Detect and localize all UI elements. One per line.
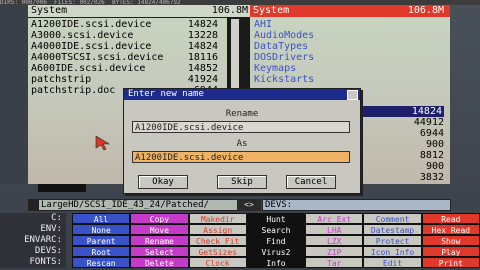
left-file-size: 18116 — [187, 52, 218, 63]
device-button[interactable]: ENV: — [0, 224, 66, 235]
command-button[interactable]: Virus2 — [246, 246, 306, 257]
command-button[interactable]: Hunt — [246, 213, 306, 224]
command-button[interactable]: Tar — [305, 257, 364, 268]
command-button[interactable]: Hex Read — [421, 224, 480, 235]
right-panel-title: System — [253, 5, 290, 16]
command-button[interactable]: Find — [246, 235, 306, 246]
command-button[interactable]: Edit — [363, 257, 422, 268]
right-dir-entry[interactable]: DataTypes — [254, 41, 308, 52]
skip-button[interactable]: Skip — [217, 175, 267, 189]
command-button[interactable]: ZIP — [305, 246, 364, 257]
left-file-name[interactable]: patchstrip — [31, 74, 91, 85]
rename-label: Rename — [225, 109, 259, 119]
right-file-size[interactable]: 3832 — [420, 172, 444, 183]
command-button[interactable]: Show — [421, 235, 480, 246]
command-button[interactable]: Info — [246, 257, 306, 268]
command-button[interactable]: Select — [130, 246, 189, 257]
left-panel-header[interactable]: System 106.8M — [28, 5, 254, 18]
cancel-button[interactable]: Cancel — [286, 175, 336, 189]
device-button[interactable]: FONTS: — [0, 257, 66, 268]
as-label: As — [236, 139, 248, 149]
command-button[interactable]: Icon Info — [363, 246, 422, 257]
left-horizontal-scrollbar[interactable] — [38, 184, 86, 192]
right-path-field[interactable]: DEVS: — [262, 199, 451, 211]
command-button[interactable]: Datestamp — [363, 224, 422, 235]
right-dir-entry[interactable]: AudioModes — [254, 30, 314, 41]
button-bank[interactable]: All Copy Makedir Hunt Arc Ext Comment Read None… — [72, 213, 480, 270]
command-button[interactable]: Delete — [130, 257, 189, 268]
left-gutter — [0, 5, 28, 184]
command-button[interactable]: Move — [130, 224, 189, 235]
left-file-name[interactable]: A4000IDE.scsi.device — [31, 41, 151, 52]
right-dir-entry[interactable]: AHI — [254, 19, 272, 30]
command-button[interactable]: Print — [421, 257, 480, 268]
command-button[interactable]: GetSizes — [188, 246, 247, 257]
command-button[interactable]: Rename — [130, 235, 189, 246]
left-panel-free-space: 106.8M — [211, 5, 248, 16]
command-button[interactable]: Check Fit — [188, 235, 247, 246]
right-panel-header[interactable]: System 106.8M — [250, 5, 450, 17]
left-file-name[interactable]: A4000TSCSI.scsi.device — [31, 52, 163, 63]
right-file-size-selected[interactable]: 14824 — [352, 106, 444, 117]
device-list[interactable]: C: ENV: ENVARC: DEVS: FONTS: — [0, 213, 70, 270]
right-dir-entry[interactable]: Keymaps — [254, 63, 296, 74]
device-button[interactable]: C: — [0, 213, 66, 224]
left-file-size: 14824 — [187, 41, 218, 52]
right-file-size[interactable]: 900 — [426, 161, 444, 172]
command-button[interactable]: Root — [72, 246, 131, 257]
left-file-size: 13228 — [187, 30, 218, 41]
command-button[interactable]: Protect — [363, 235, 422, 246]
left-file-name[interactable]: A1200IDE.scsi.device — [31, 19, 151, 30]
command-button[interactable]: LHA — [305, 224, 364, 235]
right-file-size[interactable]: 6944 — [420, 128, 444, 139]
right-dir-entry[interactable]: Kickstarts — [254, 74, 314, 85]
command-button[interactable]: Assign — [188, 224, 247, 235]
command-button[interactable]: Arc Ext — [305, 213, 364, 224]
left-panel-title: System — [31, 5, 68, 16]
left-file-size: 14852 — [187, 63, 218, 74]
command-button[interactable]: All — [72, 213, 131, 224]
right-panel-free-space: 106.8M — [407, 5, 444, 16]
dialog-depth-gadget-icon[interactable] — [347, 90, 358, 100]
right-file-size[interactable]: 900 — [426, 139, 444, 150]
right-file-size[interactable]: 8812 — [420, 150, 444, 161]
swap-paths-button[interactable]: <> — [237, 199, 261, 211]
command-button[interactable]: LZX — [305, 235, 364, 246]
dialog-title-bar[interactable]: Enter new name — [124, 89, 360, 100]
left-path-arrow[interactable] — [28, 199, 38, 211]
new-name-input[interactable]: A1200IDE.scsi.device — [132, 151, 350, 163]
left-file-name[interactable]: A3000.scsi.device — [31, 30, 133, 41]
command-button[interactable]: Rescan — [72, 257, 131, 268]
device-button[interactable]: DEVS: — [0, 246, 66, 257]
command-button[interactable]: Clock — [188, 257, 247, 268]
right-file-size[interactable]: 44912 — [414, 117, 444, 128]
command-button[interactable]: None — [72, 224, 131, 235]
mouse-pointer-icon — [95, 135, 111, 151]
rename-dialog: Enter new name Rename A1200IDE.scsi.devi… — [123, 88, 361, 194]
command-button[interactable]: Comment — [363, 213, 422, 224]
left-file-size: 14824 — [187, 19, 218, 30]
command-button[interactable]: Makedir — [188, 213, 247, 224]
command-button[interactable]: Read — [421, 213, 480, 224]
dialog-title: Enter new name — [128, 89, 204, 99]
left-file-name[interactable]: A600IDE.scsi.device — [31, 63, 145, 74]
left-file-size: 41924 — [187, 74, 218, 85]
command-button[interactable]: Parent — [72, 235, 131, 246]
command-button[interactable]: Play — [421, 246, 480, 257]
command-button[interactable]: Search — [246, 224, 306, 235]
right-dir-entry[interactable]: DOSDrivers — [254, 52, 314, 63]
rename-field: A1200IDE.scsi.device — [132, 121, 350, 133]
left-file-name[interactable]: patchstrip.doc — [31, 85, 115, 96]
left-path-field[interactable]: LargeHD/SCSI_IDE_43_24/Patched/ — [38, 199, 238, 211]
command-button[interactable]: Copy — [130, 213, 189, 224]
okay-button[interactable]: Okay — [138, 175, 188, 189]
device-button[interactable]: ENVARC: — [0, 235, 66, 246]
